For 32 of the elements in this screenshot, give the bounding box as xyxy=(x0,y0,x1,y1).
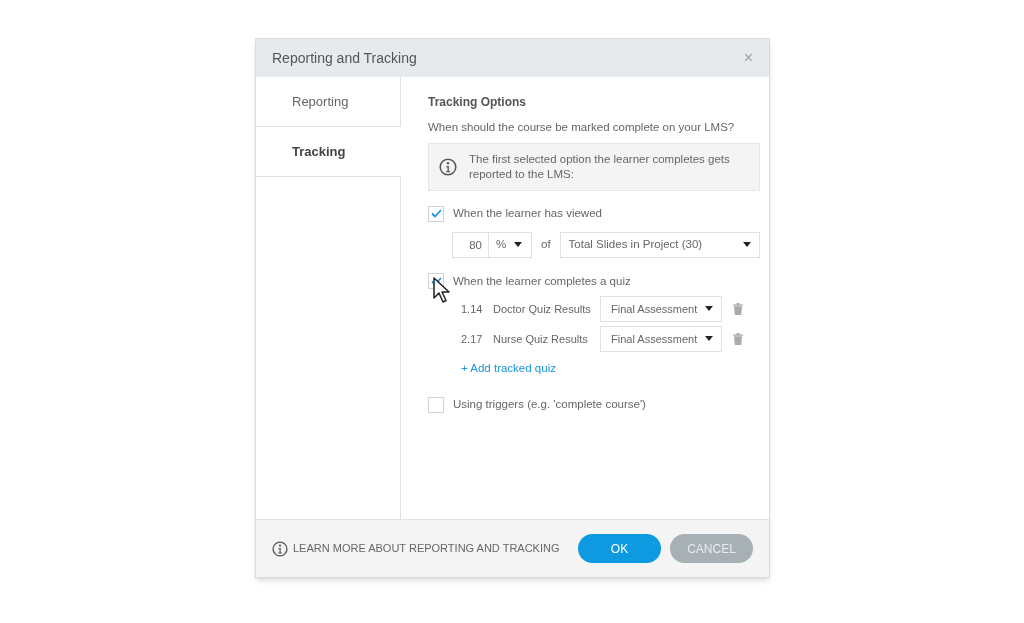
tab[interactable]: Reporting xyxy=(256,77,401,127)
amount-field[interactable]: 80 xyxy=(452,231,489,258)
info-icon xyxy=(272,540,288,557)
caret-icon xyxy=(743,242,751,247)
ok-button[interactable]: OK xyxy=(578,534,661,563)
quiz-name: Nurse Quiz Results xyxy=(493,331,589,347)
add-quiz-link[interactable]: + Add tracked quiz xyxy=(461,359,556,377)
checkbox[interactable] xyxy=(428,205,444,222)
assessment-dropdown[interactable]: Final Assessment xyxy=(600,295,722,322)
caret-icon xyxy=(705,306,713,312)
checkbox[interactable] xyxy=(428,396,444,413)
assessment-dropdown[interactable]: Final Assessment xyxy=(600,325,722,352)
tab[interactable]: Tracking xyxy=(256,127,401,177)
quiz-name: Doctor Quiz Results xyxy=(493,301,592,317)
option-label: When the learner completes a quiz xyxy=(453,273,631,289)
target-dropdown[interactable]: Total Slides in Project (30) xyxy=(559,231,760,258)
of-label: of xyxy=(541,236,551,252)
section-title: Tracking Options xyxy=(428,94,527,111)
trash-icon[interactable] xyxy=(733,302,743,315)
info-icon xyxy=(439,158,457,177)
quiz-number: 2.17 xyxy=(461,331,484,347)
info-text: The first selected option the learner completes gets reported to the LMS: xyxy=(469,152,731,183)
quiz-number: 1.14 xyxy=(461,301,484,317)
unit-dropdown[interactable]: % xyxy=(489,231,532,258)
option-label: When the learner has viewed xyxy=(453,206,602,222)
window-title: Reporting and Tracking xyxy=(272,48,417,68)
option-label: Using triggers (e.g. 'complete course') xyxy=(453,397,646,412)
caret-icon xyxy=(514,242,523,247)
learn-more-link[interactable]: LEARN MORE ABOUT REPORTING AND TRACKING xyxy=(293,540,560,557)
question-text: When should the course be marked complete on your LMS? xyxy=(428,120,736,135)
caret-icon xyxy=(705,336,713,342)
trash-icon[interactable] xyxy=(733,332,743,345)
